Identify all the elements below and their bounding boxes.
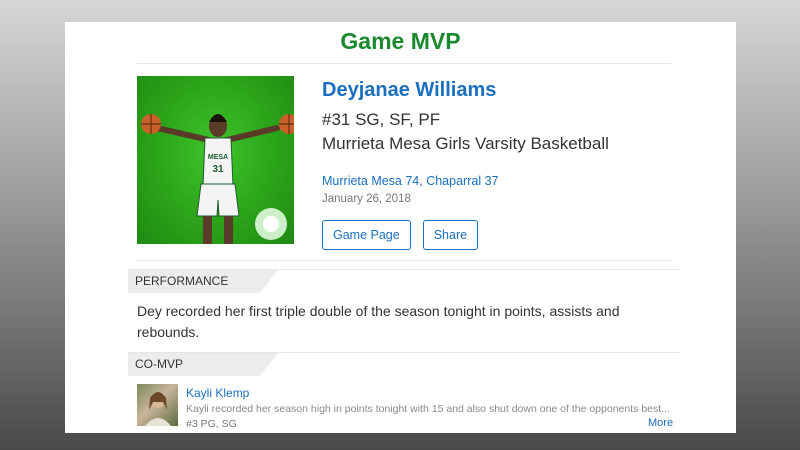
game-page-button[interactable]: Game Page: [322, 220, 411, 250]
player-photo-illustration: MESA 31: [141, 114, 294, 244]
studio-light-core: [263, 216, 279, 232]
comvp-avatar-illustration: [145, 392, 171, 426]
comvp-heading: CO-MVP: [128, 353, 278, 376]
game-date: January 26, 2018: [322, 193, 411, 205]
mvp-card: Game MVP MESA 31 Deyjanae Williams #31 S…: [65, 22, 736, 433]
action-buttons: Game Page Share: [322, 220, 702, 250]
comvp-shirt: [145, 418, 171, 426]
right-arm: [224, 125, 280, 143]
left-arm: [154, 125, 212, 143]
game-score-link[interactable]: Murrieta Mesa 74, Chaparral 37: [322, 173, 702, 189]
jersey-number: 31: [212, 164, 224, 175]
jersey: [202, 137, 234, 187]
comvp-description: Kayli recorded her season high in points…: [186, 403, 670, 415]
player-hair: [209, 114, 227, 122]
comvp-top-rule: [128, 352, 680, 353]
performance-heading: PERFORMANCE: [128, 270, 278, 293]
more-link[interactable]: More: [648, 417, 673, 429]
share-button[interactable]: Share: [422, 220, 479, 250]
page-title: Game MVP: [340, 28, 461, 54]
shorts: [196, 183, 240, 217]
title-divider: [137, 63, 671, 64]
performance-text: Dey recorded her first triple double of …: [137, 303, 620, 340]
player-info: Deyjanae Williams #31 SG, SF, PF Murriet…: [322, 78, 702, 250]
player-number-positions: #31 SG, SF, PF: [322, 110, 441, 129]
jersey-text: MESA: [208, 154, 228, 161]
comvp-positions: #3 PG, SG: [186, 418, 237, 430]
performance-top-rule: [128, 269, 680, 270]
left-leg: [203, 216, 212, 244]
player-photo: MESA 31: [137, 76, 294, 244]
right-leg: [224, 216, 233, 244]
comvp-avatar[interactable]: [137, 384, 178, 426]
player-name[interactable]: Deyjanae Williams: [322, 78, 702, 102]
info-divider: [137, 260, 671, 261]
comvp-name-link[interactable]: Kayli Klemp: [186, 386, 249, 400]
player-team: Murrieta Mesa Girls Varsity Basketball: [322, 134, 609, 153]
